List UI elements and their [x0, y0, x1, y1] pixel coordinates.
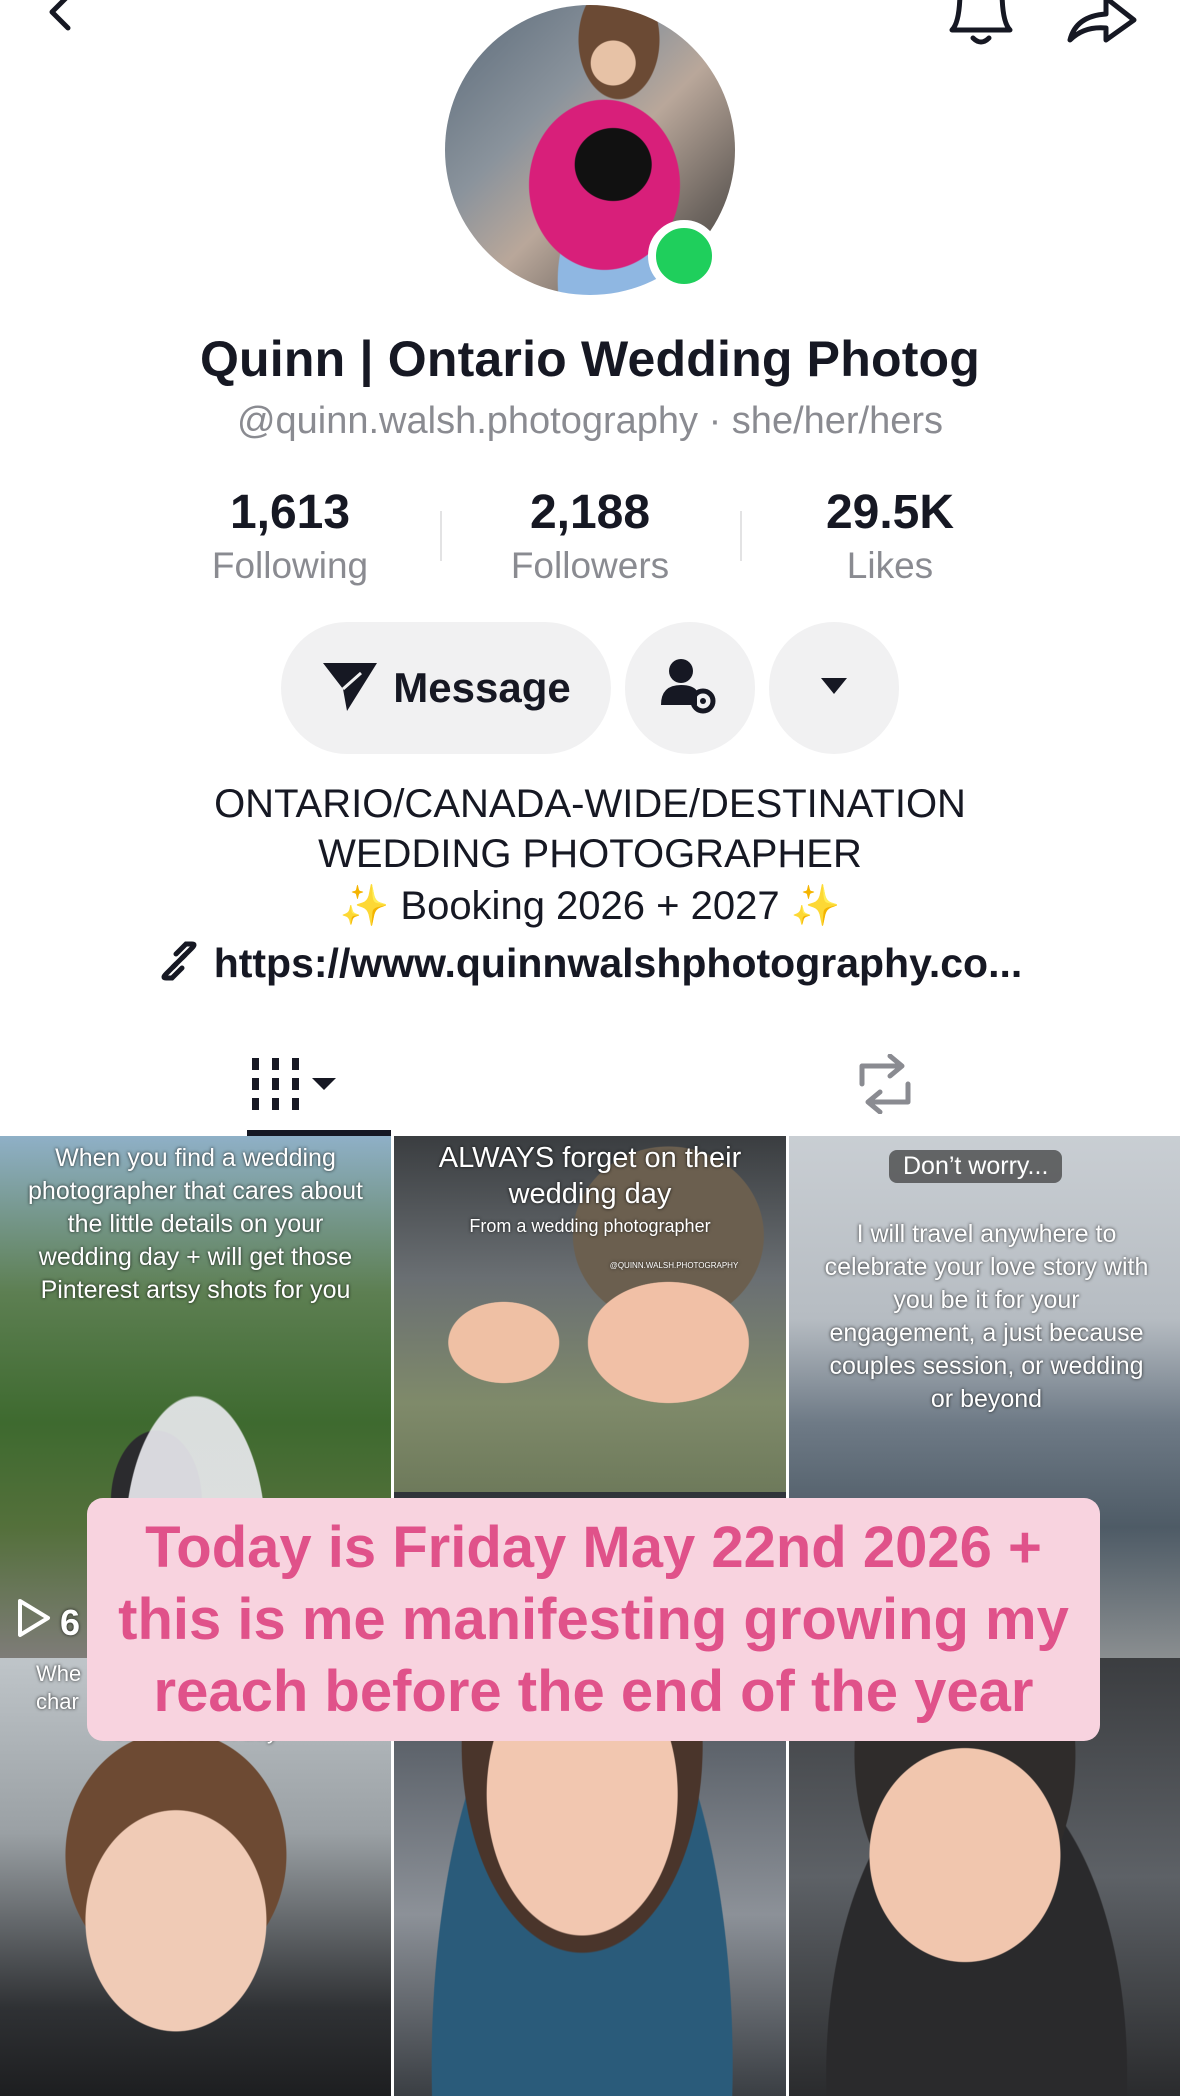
- stat-likes-value: 29.5K: [825, 486, 955, 539]
- stat-likes[interactable]: 29.5K Likes: [740, 483, 1040, 589]
- message-button[interactable]: Message: [281, 622, 611, 754]
- caret-down-icon: [819, 676, 849, 701]
- overlay-line-2: this is me manifesting growing my: [118, 1586, 1069, 1652]
- video-2-watermark: @QUINN.WALSH.PHOTOGRAPHY: [609, 1261, 739, 1270]
- bio-link[interactable]: https://www.quinnwalshphotography.co...: [0, 940, 1180, 987]
- bio-line-1: ONTARIO/CANADA-WIDE/DESTINATION: [214, 782, 966, 826]
- play-icon: [16, 1598, 52, 1647]
- video-2-caption-line2: wedding day: [508, 1178, 672, 1210]
- video-1-caption: When you find a wedding photographer tha…: [28, 1144, 363, 1304]
- profile-handle: @quinn.walsh.photography · she/her/hers: [236, 400, 944, 442]
- repost-icon: [850, 1053, 920, 1119]
- link-icon: [158, 940, 200, 987]
- profile-stats: 1,613 Following 2,188 Followers 29.5K Li…: [140, 483, 1040, 593]
- person-settings-icon: [659, 655, 721, 722]
- stat-following-value: 1,613: [229, 486, 351, 539]
- play-count: 6: [16, 1598, 80, 1647]
- video-2-caption-line3: From a wedding photographer: [469, 1216, 711, 1236]
- person-settings-button[interactable]: [625, 622, 755, 754]
- overlay-line-3: reach before the end of the year: [153, 1658, 1034, 1724]
- overlay-line-1: Today is Friday May 22nd 2026 +: [145, 1514, 1042, 1580]
- bio-link-text: https://www.quinnwalshphotography.co...: [213, 940, 1023, 986]
- back-arrow-icon[interactable]: [30, 0, 90, 40]
- tab-reposts[interactable]: [590, 1036, 1180, 1136]
- tab-videos[interactable]: [0, 1036, 590, 1136]
- videos-grid-icon: [250, 1056, 340, 1117]
- stat-followers[interactable]: 2,188 Followers: [440, 483, 740, 589]
- online-status-dot: [648, 220, 720, 292]
- send-icon: [321, 659, 379, 718]
- share-icon[interactable]: [1065, 0, 1140, 45]
- stat-likes-label: Likes: [846, 545, 934, 586]
- bio-line-2: WEDDING PHOTOGRAPHER: [318, 832, 862, 876]
- stat-followers-label: Followers: [510, 545, 670, 586]
- bell-icon[interactable]: [945, 0, 1017, 50]
- video-2-caption-line1: ALWAYS forget on their: [438, 1142, 742, 1174]
- stat-following[interactable]: 1,613 Following: [140, 483, 440, 589]
- video-thumbnail-2[interactable]: ALWAYS forget on their wedding day From …: [394, 1136, 786, 1492]
- more-options-button[interactable]: [769, 622, 899, 754]
- video-3-caption: I will travel anywhere to celebrate your…: [824, 1220, 1149, 1413]
- message-button-label: Message: [393, 664, 571, 711]
- profile-actions: Message: [0, 622, 1180, 754]
- profile-name: Quinn | Ontario Wedding Photog: [199, 331, 981, 387]
- stat-following-label: Following: [211, 545, 369, 586]
- video-3-pill: Don’t worry...: [889, 1150, 1063, 1183]
- bio-line-3: ✨ Booking 2026 + 2027 ✨: [339, 884, 841, 928]
- content-tabs: [0, 1036, 1180, 1136]
- overlay-caption: Today is Friday May 22nd 2026 + this is …: [87, 1498, 1100, 1741]
- stat-followers-value: 2,188: [529, 486, 651, 539]
- play-count-value: 6: [60, 1601, 81, 1643]
